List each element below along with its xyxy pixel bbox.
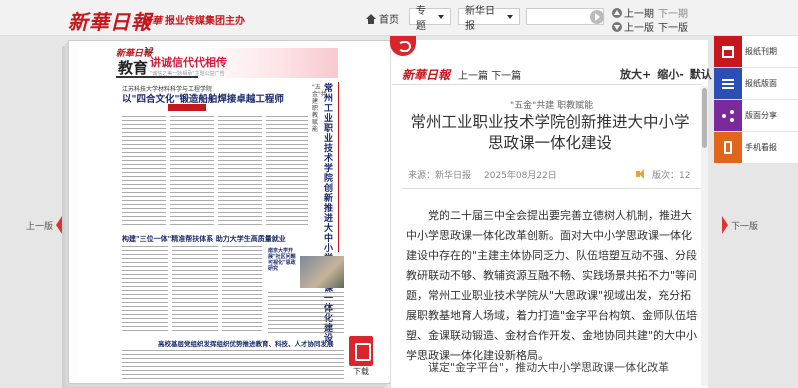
group-logo: 新華 报业传媒集团主办: [142, 12, 245, 27]
calendar-icon: [722, 45, 734, 58]
text-column[interactable]: [170, 116, 214, 228]
ad-title: 讲诚信代代相传: [150, 56, 227, 69]
tool-share[interactable]: 版面分享: [714, 100, 798, 131]
text-column[interactable]: [268, 292, 344, 334]
group-logo-mark: 新華: [142, 16, 162, 27]
tool-mobile[interactable]: 手机看报: [714, 132, 798, 163]
text-column[interactable]: [122, 116, 166, 228]
vertical-rule: [338, 82, 339, 252]
story1-headline[interactable]: 以"四合文化"锻造船舶焊接卓越工程师: [122, 91, 284, 105]
next-issue-label: 下一期: [658, 9, 688, 20]
article-source: 来源：新华日报: [408, 171, 472, 181]
page-section: 教育: [118, 59, 149, 77]
next-issue-link[interactable]: 下一期: [658, 5, 688, 20]
text-column[interactable]: [222, 246, 262, 334]
pdf-download-button[interactable]: [349, 336, 373, 366]
tool-label: 版面分享: [745, 111, 777, 120]
article-logo: 新華日報: [402, 68, 451, 82]
chevron-down-icon: [507, 14, 513, 19]
tool-label: 报纸刊期: [745, 47, 777, 56]
side-prev-label: 上一版: [26, 221, 54, 232]
text-column[interactable]: [218, 116, 262, 228]
news-photo[interactable]: [300, 256, 344, 288]
chevron-right-icon: [722, 216, 728, 234]
home-icon: [366, 13, 376, 24]
tool-page-list[interactable]: 报纸版面: [714, 68, 798, 99]
arrow-up-icon: [612, 7, 622, 18]
ad-subtitle: "诚信之美一脉相承"主题公益广告: [150, 71, 225, 77]
group-logo-text: 报业传媒集团主办: [165, 16, 245, 27]
chevron-left-icon: [56, 216, 63, 234]
text-column[interactable]: [122, 350, 344, 380]
text-column[interactable]: [266, 116, 308, 228]
home-link[interactable]: 首页: [366, 11, 399, 26]
zoom-in-button[interactable]: 放大+: [620, 66, 651, 82]
next-edition-link[interactable]: 下一版: [658, 19, 688, 34]
article-body: 党的二十届三中全会提出要完善立德树人机制，推进大中小学思政课一体化改革创新。面对…: [406, 209, 698, 362]
newspaper-page[interactable]: 新華日報 12 教育 讲诚信代代相传 "诚信之美一脉相承"主题公益广告 江苏科技…: [78, 42, 390, 382]
site-logo[interactable]: 新華日報: [68, 6, 152, 35]
prev-issue-link[interactable]: 上一期: [612, 5, 654, 20]
article-edition: 版次：12: [652, 171, 691, 181]
topic-dropdown-label: 专题: [416, 5, 426, 32]
zoom-controls: 放大+ 缩小- 默认: [620, 66, 712, 82]
tool-label: 报纸版面: [745, 79, 777, 88]
chevron-down-icon: [438, 14, 444, 19]
list-icon: [722, 78, 734, 89]
paper-dropdown-label: 新华日报: [465, 5, 495, 32]
speaker-icon[interactable]: [636, 169, 648, 179]
pdf-download-label[interactable]: 下载: [353, 366, 369, 377]
prev-issue-label: 上一期: [624, 9, 654, 20]
article-kicker: "五金"共建 职教赋能: [510, 101, 594, 111]
tool-issue-calendar[interactable]: 报纸刊期: [714, 36, 798, 67]
side-next-edition[interactable]: 下一版: [722, 216, 758, 234]
top-bar: 新華日報 新華 报业传媒集团主办 首页 专题 新华日报 上一期 下一期 上一版 下…: [0, 0, 798, 36]
article-title: 常州工业职业技术学院创新推进大中小学思政课一体化建设: [410, 113, 690, 152]
search-button[interactable]: [590, 10, 604, 24]
tool-panel: 报纸刊期 报纸版面 版面分享 手机看报: [714, 36, 798, 164]
text-column[interactable]: [122, 246, 168, 334]
home-label: 首页: [379, 15, 399, 26]
paper-dropdown[interactable]: 新华日报: [458, 6, 520, 32]
story1-byline-tag: [168, 104, 206, 111]
phone-icon: [724, 141, 732, 154]
story2-headline[interactable]: 构建"三位一体"精准帮扶体系 助力大学生高质量就业: [122, 234, 286, 244]
zoom-out-button[interactable]: 缩小-: [657, 66, 684, 82]
article-divider: [392, 84, 702, 85]
article-date: 2025年08月22日: [484, 171, 557, 181]
scrollbar-thumb[interactable]: [702, 88, 707, 148]
zoom-default-button[interactable]: 默认: [690, 66, 712, 82]
story3-headline[interactable]: 南京大学开展"社区问题可视化"思政研究: [268, 248, 298, 272]
prev-edition-label: 上一版: [624, 23, 654, 34]
article-body-next: 谋定"金字平台"，推动大中小学思政课一体化改革: [428, 361, 670, 374]
story4-headline[interactable]: 高校基层党组织发挥组织优势推进教育、科技、人才协同发展: [158, 338, 334, 348]
text-column[interactable]: [172, 246, 218, 334]
side-prev-edition[interactable]: 上一版: [26, 216, 63, 234]
vertical-subheadline: "五金"共建职教赋能: [312, 84, 327, 133]
article-prev-next[interactable]: 上一篇 下一篇: [458, 67, 521, 82]
tool-label: 手机看报: [745, 143, 777, 152]
arrow-down-icon: [612, 21, 622, 32]
article-meta: 来源：新华日报 2025年08月22日 版次：12: [402, 166, 702, 184]
topic-dropdown[interactable]: 专题: [409, 6, 451, 32]
next-edition-label: 下一版: [658, 23, 688, 34]
share-icon: [722, 110, 734, 122]
side-next-label: 下一版: [731, 221, 759, 232]
meta-divider: [402, 188, 702, 189]
prev-edition-link[interactable]: 上一版: [612, 19, 654, 34]
